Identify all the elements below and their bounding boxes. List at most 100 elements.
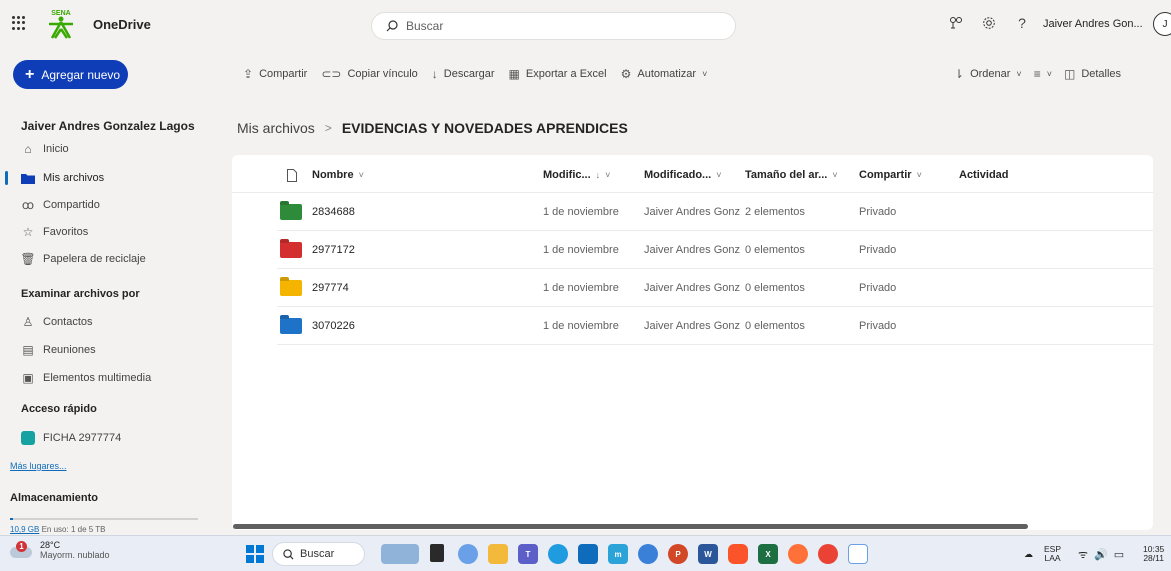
horizontal-scrollbar[interactable] bbox=[233, 524, 1028, 529]
sort-button[interactable]: ⇂ Ordenar ˅ bbox=[954, 67, 1022, 81]
task-view-icon[interactable] bbox=[430, 544, 444, 562]
list-view-icon: ≡ bbox=[1033, 67, 1041, 81]
sidebar-item-favorites[interactable]: ☆ Favoritos bbox=[0, 219, 212, 245]
details-pane-icon: ◫ bbox=[1063, 67, 1076, 81]
help-icon[interactable]: ? bbox=[1012, 13, 1032, 33]
share-label: Compartir bbox=[259, 68, 308, 80]
chevron-down-icon: ˅ bbox=[916, 170, 922, 180]
store-icon[interactable] bbox=[578, 544, 598, 564]
file-explorer-icon[interactable] bbox=[488, 544, 508, 564]
column-sharing[interactable]: Compartir ˅ bbox=[859, 169, 922, 181]
chrome-canary-icon[interactable] bbox=[638, 544, 658, 564]
chevron-down-icon: ˅ bbox=[702, 69, 708, 79]
search-icon bbox=[283, 548, 294, 560]
search-box[interactable] bbox=[371, 12, 736, 40]
sidebar-item-meetings[interactable]: ▤ Reuniones bbox=[0, 337, 212, 363]
table-row[interactable]: 3070226 1 de noviembre Jaiver Andres Gonz 0… bbox=[277, 307, 1153, 345]
add-new-button[interactable]: + Agregar nuevo bbox=[13, 60, 128, 89]
teams-icon[interactable]: T bbox=[518, 544, 538, 564]
diagram-icon[interactable] bbox=[946, 13, 966, 33]
sidebar-item-contacts[interactable]: ♙ Contactos bbox=[0, 309, 212, 335]
sidebar-item-label: Contactos bbox=[43, 316, 93, 328]
modified-date: 1 de noviembre bbox=[543, 244, 619, 256]
automate-button[interactable]: ⚙ Automatizar ˅ bbox=[621, 67, 708, 81]
more-places-link[interactable]: Más lugares... bbox=[10, 461, 67, 471]
sidebar-item-label: FICHA 2977774 bbox=[43, 432, 122, 444]
sidebar-item-ficha[interactable]: FICHA 2977774 bbox=[0, 425, 212, 451]
system-tray[interactable]: ᯤ 🔊 ▭ bbox=[1078, 536, 1124, 571]
table-row[interactable]: 2977172 1 de noviembre Jaiver Andres Gonz 0… bbox=[277, 231, 1153, 269]
sidebar-item-label: Inicio bbox=[43, 143, 69, 155]
breadcrumb-current[interactable]: EVIDENCIAS Y NOVEDADES APRENDICES bbox=[342, 120, 628, 136]
search-input[interactable] bbox=[406, 19, 706, 33]
app-name[interactable]: OneDrive bbox=[93, 17, 151, 32]
modified-by: Jaiver Andres Gonz bbox=[644, 282, 740, 294]
copilot-icon[interactable] bbox=[458, 544, 478, 564]
sharing-status: Privado bbox=[859, 282, 897, 294]
share-icon: ⇪ bbox=[243, 67, 254, 81]
file-name[interactable]: 2977172 bbox=[312, 244, 355, 256]
file-name[interactable]: 297774 bbox=[312, 282, 349, 294]
sidebar-item-shared[interactable]: ꝏ Compartido bbox=[0, 192, 212, 218]
storage-fill bbox=[10, 518, 13, 520]
download-icon: ↓ bbox=[431, 67, 438, 81]
table-row[interactable]: 2834688 1 de noviembre Jaiver Andres Gonz 2… bbox=[277, 193, 1153, 231]
column-size[interactable]: Tamaño del ar... ˅ bbox=[745, 169, 838, 181]
details-label: Detalles bbox=[1081, 68, 1122, 80]
browse-section-title: Examinar archivos por bbox=[21, 288, 140, 300]
avatar[interactable]: J bbox=[1153, 12, 1171, 36]
word-icon[interactable]: W bbox=[698, 544, 718, 564]
table-row[interactable]: 297774 1 de noviembre Jaiver Andres Gonz 0 … bbox=[277, 269, 1153, 307]
file-size: 0 elementos bbox=[745, 282, 805, 294]
file-type-icon[interactable] bbox=[287, 169, 297, 182]
column-name[interactable]: Nombre ˅ bbox=[312, 169, 364, 181]
sidebar-item-media[interactable]: ▣ Elementos multimedia bbox=[0, 365, 212, 391]
chrome-icon[interactable] bbox=[818, 544, 838, 564]
language-indicator[interactable]: ESP LAA bbox=[1044, 536, 1061, 571]
download-button[interactable]: ↓ Descargar bbox=[432, 67, 495, 81]
onedrive-tray-icon[interactable]: ☁ bbox=[1024, 536, 1033, 571]
top-bar: SENA OneDrive ? Jaiver Andres Gon... J bbox=[0, 0, 1171, 48]
column-modified-by[interactable]: Modificado... ˅ bbox=[644, 169, 722, 181]
share-button[interactable]: ⇪ Compartir bbox=[243, 67, 307, 81]
sidebar-item-recycle-bin[interactable]: 🗑 Papelera de reciclaje bbox=[0, 246, 212, 272]
storage-used-link[interactable]: 10,9 GB bbox=[10, 525, 39, 534]
app-icon[interactable]: m bbox=[608, 544, 628, 564]
column-label: Modific... bbox=[543, 169, 591, 181]
sidebar-user-name: Jaiver Andres Gonzalez Lagos bbox=[21, 119, 195, 133]
sidebar-item-home[interactable]: ⌂ Inicio bbox=[0, 136, 212, 162]
chevron-down-icon: ˅ bbox=[605, 170, 611, 180]
edge-icon[interactable] bbox=[548, 544, 568, 564]
details-button[interactable]: ◫ Detalles bbox=[1064, 67, 1121, 81]
export-excel-button[interactable]: ▦ Exportar a Excel bbox=[509, 67, 607, 81]
settings-icon[interactable] bbox=[979, 13, 999, 33]
file-name[interactable]: 3070226 bbox=[312, 320, 355, 332]
view-options-button[interactable]: ≡ ˅ bbox=[1034, 67, 1052, 81]
widgets-icon[interactable] bbox=[381, 544, 419, 564]
link-icon: ⊂⊃ bbox=[321, 67, 342, 81]
brave-icon[interactable] bbox=[728, 544, 748, 564]
notepad-icon[interactable] bbox=[848, 544, 868, 564]
clock[interactable]: 10:35 28/11 bbox=[1143, 536, 1164, 571]
breadcrumb-separator: > bbox=[324, 121, 332, 135]
sena-logo: SENA bbox=[49, 10, 73, 39]
chevron-down-icon: ˅ bbox=[358, 170, 364, 180]
user-name[interactable]: Jaiver Andres Gon... bbox=[1043, 18, 1143, 30]
column-modified[interactable]: Modific... ↓ ˅ bbox=[543, 169, 610, 181]
weather-widget[interactable]: 1 28°C Mayorm. nublado bbox=[10, 540, 110, 561]
copy-link-button[interactable]: ⊂⊃ Copiar vínculo bbox=[321, 67, 417, 81]
excel-icon[interactable]: X bbox=[758, 544, 778, 564]
app-launcher-icon[interactable] bbox=[12, 16, 26, 30]
powerpoint-icon[interactable]: P bbox=[668, 544, 688, 564]
sidebar-item-my-files[interactable]: Mis archivos bbox=[0, 165, 212, 191]
windows-start-icon[interactable] bbox=[246, 545, 264, 563]
file-name[interactable]: 2834688 bbox=[312, 206, 355, 218]
column-label: Tamaño del ar... bbox=[745, 169, 828, 181]
taskbar-search[interactable]: Buscar bbox=[272, 542, 365, 566]
sidebar-item-label: Elementos multimedia bbox=[43, 372, 152, 384]
column-activity[interactable]: Actividad bbox=[959, 169, 1009, 181]
breadcrumb-root[interactable]: Mis archivos bbox=[237, 120, 315, 136]
storage-text: 10,9 GB En uso: 1 de 5 TB bbox=[10, 525, 106, 534]
firefox-icon[interactable] bbox=[788, 544, 808, 564]
image-icon: ▣ bbox=[22, 371, 34, 385]
